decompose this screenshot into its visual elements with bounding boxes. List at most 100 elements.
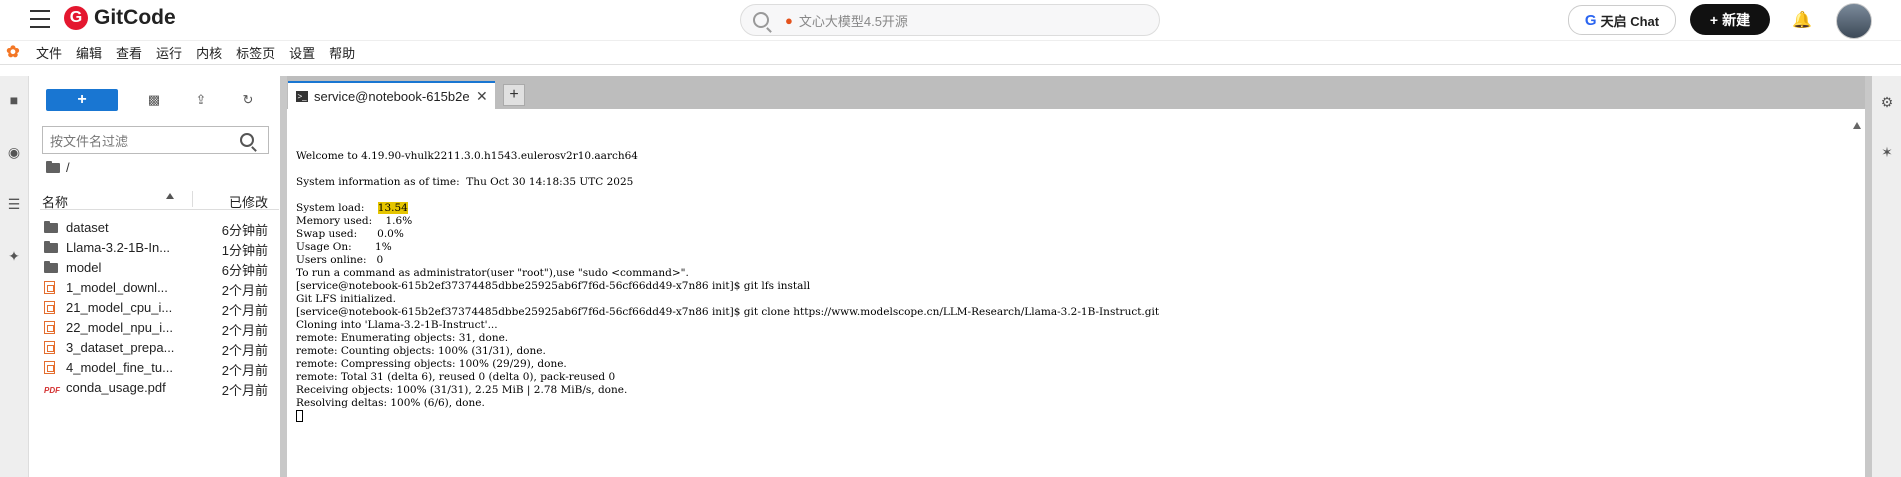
- running-icon[interactable]: ◉: [6, 144, 22, 160]
- terminal-line: [service@notebook-615b2ef37374485dbbe259…: [296, 306, 1160, 318]
- file-row-notebook-1[interactable]: 1_model_downl... 2个月前: [40, 277, 279, 298]
- gitcode-logo[interactable]: G GitCode: [64, 6, 176, 30]
- avatar[interactable]: [1836, 3, 1872, 39]
- file-row-notebook-21[interactable]: 21_model_cpu_i... 2个月前: [40, 297, 279, 318]
- file-row-dataset[interactable]: dataset 6分钟前: [40, 217, 279, 238]
- jupyter-logo-icon: ✿: [6, 43, 20, 61]
- left-activity-bar: ■ ◉ ☰ ✦: [0, 76, 29, 477]
- terminal-line: Welcome to 4.19.90-vhulk2211.3.0.h1543.e…: [296, 150, 638, 162]
- notebook-icon: [44, 301, 55, 317]
- column-divider[interactable]: [192, 191, 193, 207]
- terminal-line: System information as of time: Thu Oct 3…: [296, 176, 634, 188]
- folder-icon: [46, 160, 60, 173]
- breadcrumb-root[interactable]: /: [66, 160, 70, 175]
- load-label: System load:: [296, 202, 378, 214]
- terminal-icon: >_: [296, 90, 308, 102]
- file-name: Llama-3.2-1B-In...: [66, 240, 171, 255]
- file-row-notebook-3[interactable]: 3_dataset_prepa... 2个月前: [40, 337, 279, 358]
- menu-settings[interactable]: 设置: [289, 43, 315, 62]
- menu-help[interactable]: 帮助: [329, 43, 355, 62]
- column-name[interactable]: 名称: [42, 192, 68, 211]
- terminal-line: Usage On: 1%: [296, 241, 392, 253]
- file-browser: + ▩ ⇪ ↻ 按文件名过滤 / 名称 已修改 dataset 6分钟前 Lla…: [29, 76, 279, 477]
- terminal-line: Swap used: 0.0%: [296, 228, 404, 240]
- terminal-line: Users online: 0: [296, 254, 384, 266]
- notification-bell-icon[interactable]: 🔔: [1792, 10, 1812, 30]
- terminal-line: [service@notebook-615b2ef37374485dbbe259…: [296, 280, 811, 292]
- upload-icon[interactable]: ⇪: [190, 89, 212, 111]
- file-name: 22_model_npu_i...: [66, 320, 173, 335]
- scroll-up-icon[interactable]: [1853, 122, 1861, 129]
- file-filter-input[interactable]: 按文件名过滤: [42, 126, 269, 154]
- load-value: 13.54: [377, 202, 408, 214]
- chat-button-label: 天启 Chat: [1600, 13, 1660, 29]
- file-row-notebook-4[interactable]: 4_model_fine_tu... 2个月前: [40, 357, 279, 378]
- terminal[interactable]: Welcome to 4.19.90-vhulk2211.3.0.h1543.e…: [287, 114, 1865, 477]
- add-tab-button[interactable]: +: [503, 84, 525, 106]
- terminal-line: remote: Compressing objects: 100% (29/29…: [296, 358, 567, 370]
- terminal-line: Cloning into 'Llama-3.2-1B-Instruct'...: [296, 319, 498, 331]
- tianqi-chat-button[interactable]: G 天启 Chat: [1568, 5, 1676, 35]
- file-modified: 2个月前: [221, 383, 268, 398]
- refresh-icon[interactable]: ↻: [237, 89, 259, 111]
- terminal-line: To run a command as administrator(user "…: [296, 267, 689, 279]
- new-button[interactable]: + 新建: [1690, 4, 1770, 35]
- terminal-output: Welcome to 4.19.90-vhulk2211.3.0.h1543.e…: [296, 150, 1159, 423]
- menu-run[interactable]: 运行: [156, 43, 182, 62]
- close-icon[interactable]: ✕: [476, 88, 488, 105]
- file-name: conda_usage.pdf: [66, 380, 166, 395]
- folder-icon: [44, 221, 58, 236]
- new-folder-icon[interactable]: ▩: [143, 89, 165, 111]
- file-name: 4_model_fine_tu...: [66, 360, 173, 375]
- file-name: dataset: [66, 220, 109, 235]
- new-launcher-button[interactable]: +: [46, 89, 118, 111]
- file-row-pdf[interactable]: PDF conda_usage.pdf 2个月前: [40, 377, 279, 398]
- sort-ascending-icon: [166, 193, 174, 199]
- extension-icon[interactable]: ✦: [6, 248, 22, 264]
- terminal-line: System load: 13.54: [296, 202, 1159, 215]
- file-row-model[interactable]: model 6分钟前: [40, 257, 279, 278]
- menu-file[interactable]: 文件: [36, 43, 62, 62]
- file-name: 3_dataset_prepa...: [66, 340, 175, 355]
- search-input[interactable]: ● 文心大模型4.5开源: [740, 4, 1160, 36]
- folder-icon: [44, 241, 58, 256]
- debugger-icon[interactable]: ✶: [1879, 144, 1895, 160]
- tab-bar: >_ service@notebook-615b2e ✕ +: [287, 76, 1865, 109]
- file-name: 1_model_downl...: [66, 280, 168, 295]
- menu-tabs[interactable]: 标签页: [236, 43, 275, 62]
- terminal-line: Resolving deltas: 100% (6/6), done.: [296, 397, 485, 409]
- panel-splitter[interactable]: [280, 76, 287, 477]
- chat-logo-icon: G: [1584, 11, 1597, 29]
- file-name: 21_model_cpu_i...: [66, 300, 173, 315]
- menu-edit[interactable]: 编辑: [76, 43, 102, 62]
- terminal-cursor: [296, 410, 303, 422]
- menu-kernel[interactable]: 内核: [196, 43, 222, 62]
- pdf-icon: PDF: [44, 386, 60, 395]
- terminal-line: Memory used: 1.6%: [296, 215, 413, 227]
- column-modified[interactable]: 已修改: [229, 192, 268, 211]
- tab-terminal[interactable]: >_ service@notebook-615b2e ✕: [288, 81, 495, 109]
- property-inspector-icon[interactable]: ⚙: [1879, 94, 1895, 110]
- folder-icon[interactable]: ■: [6, 92, 22, 108]
- search-placeholder: 文心大模型4.5开源: [798, 13, 908, 29]
- terminal-line: remote: Counting objects: 100% (31/31), …: [296, 345, 546, 357]
- terminal-line: Git LFS initialized.: [296, 293, 396, 305]
- menu-bar: ✿ 文件 编辑 查看 运行 内核 标签页 设置 帮助: [0, 41, 1901, 65]
- toc-icon[interactable]: ☰: [6, 196, 22, 212]
- notebook-icon: [44, 361, 55, 377]
- file-row-llama[interactable]: Llama-3.2-1B-In... 1分钟前: [40, 237, 279, 258]
- right-splitter[interactable]: [1865, 76, 1872, 477]
- right-activity-bar: ⚙ ✶: [1872, 76, 1901, 477]
- tab-label: service@notebook-615b2e: [314, 88, 470, 104]
- file-row-notebook-22[interactable]: 22_model_npu_i... 2个月前: [40, 317, 279, 338]
- logo-text: GitCode: [94, 6, 176, 29]
- terminal-line: remote: Total 31 (delta 6), reused 0 (de…: [296, 371, 616, 383]
- hamburger-menu-icon[interactable]: [30, 10, 50, 28]
- file-browser-toolbar: + ▩ ⇪ ↻: [46, 89, 259, 111]
- menu-view[interactable]: 查看: [116, 43, 142, 62]
- terminal-line: Receiving objects: 100% (31/31), 2.25 Mi…: [296, 384, 628, 396]
- gitcode-logo-icon: G: [64, 6, 88, 30]
- file-name: model: [66, 260, 102, 275]
- breadcrumb[interactable]: /: [46, 160, 70, 175]
- notebook-icon: [44, 321, 55, 337]
